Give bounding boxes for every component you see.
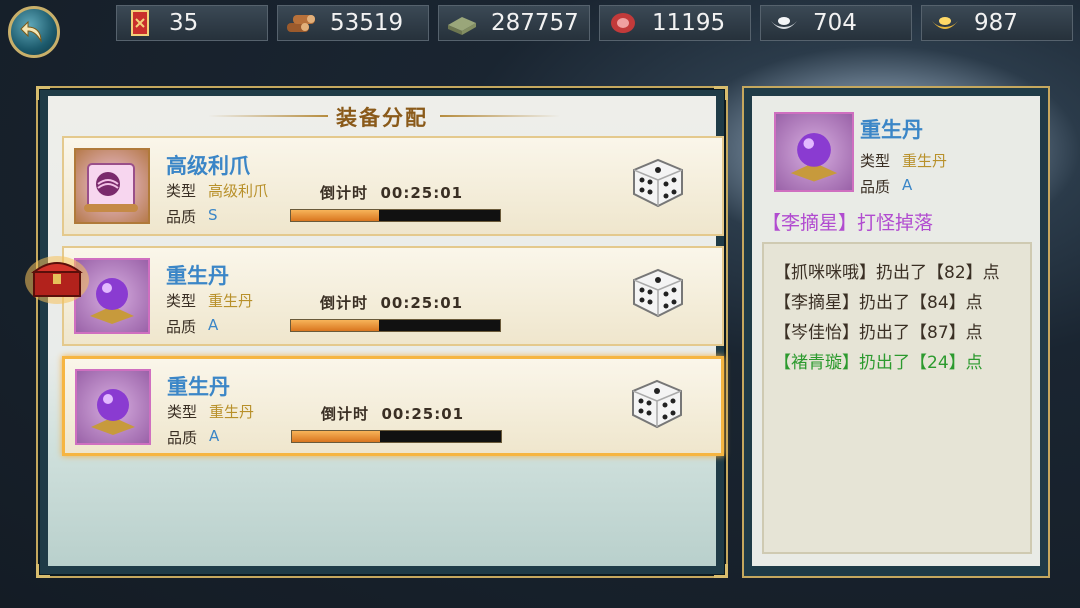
roll-log-line: 【岑佳怡】扔出了【87】点 (774, 323, 983, 343)
type-label: 类型 (166, 182, 197, 200)
back-button[interactable] (8, 6, 60, 58)
countdown-progress-bar (290, 319, 501, 332)
resource-value: 11195 (652, 10, 726, 36)
detail-quality-value: A (902, 176, 913, 194)
item-name: 高级利爪 (166, 154, 250, 178)
countdown-progress-bar (291, 430, 502, 443)
countdown-time: 00:25:01 (380, 294, 464, 312)
roll-log-line: 【抓咪咪哦】扔出了【82】点 (774, 263, 1000, 283)
detail-type-value: 重生丹 (902, 152, 948, 170)
drop-source: 【李摘星】打怪掉落 (762, 212, 934, 234)
countdown: 倒计时 00:25:01 (320, 292, 463, 313)
resource-value: 53519 (330, 10, 404, 36)
progress-fill (291, 320, 379, 331)
quality-value: A (208, 316, 219, 334)
quality-label: 品质 (167, 429, 198, 447)
purple-orb-icon (91, 389, 135, 435)
type-value: 重生丹 (208, 292, 254, 310)
detail-item-name: 重生丹 (860, 118, 923, 142)
panel-corner (36, 564, 50, 578)
type-value: 重生丹 (209, 403, 255, 421)
purple-orb-icon (790, 133, 838, 182)
resource-ticket: 35 (116, 5, 268, 41)
panel-title: 装备分配 (336, 106, 428, 130)
detail-thumbnail (774, 112, 854, 192)
roll-log-line: 【李摘星】扔出了【84】点 (774, 293, 983, 313)
back-arrow-icon (20, 20, 42, 43)
item-name: 重生丹 (166, 264, 229, 288)
resource-value: 287757 (491, 10, 579, 36)
panel-corner (714, 86, 728, 100)
quality-value: A (209, 427, 220, 445)
ticket-icon (123, 8, 157, 38)
meat-icon (606, 8, 640, 38)
resource-value: 987 (974, 10, 1018, 36)
quality-label: 品质 (166, 318, 197, 336)
quality-label: 品质 (166, 208, 197, 226)
dice-roll-button[interactable] (628, 152, 686, 210)
item-card[interactable]: 重生丹 类型 重生丹 品质 A 倒计时 00:25:01 (62, 246, 724, 346)
countdown-progress-bar (290, 209, 501, 222)
countdown-time: 00:25:01 (381, 405, 465, 423)
resource-silver: 704 (760, 5, 912, 41)
type-label: 类型 (166, 292, 197, 310)
roll-log: 【抓咪咪哦】扔出了【82】点 【李摘星】扔出了【84】点 【岑佳怡】扔出了【87… (762, 242, 1032, 554)
dice-roll-button[interactable] (628, 262, 686, 320)
panel-body: 装备分配 高级利爪 类型 高级利爪 品质 S 倒计时 00:25:01 重生丹 … (48, 96, 724, 566)
scroll-icon (84, 163, 138, 212)
item-card-selected[interactable]: 重生丹 类型 重生丹 品质 A 倒计时 00:25:01 (62, 356, 724, 456)
countdown-label: 倒计时 (320, 184, 369, 202)
resource-value: 35 (169, 10, 199, 36)
stone-icon (445, 8, 479, 38)
resource-stone: 287757 (438, 5, 590, 41)
resource-wood: 53519 (277, 5, 429, 41)
type-label: 类型 (167, 403, 198, 421)
distribution-panel: 装备分配 高级利爪 类型 高级利爪 品质 S 倒计时 00:25:01 重生丹 … (36, 86, 728, 578)
countdown-time: 00:25:01 (380, 184, 464, 202)
roll-log-line-winner: 【褚青璇】扔出了【24】点 (774, 353, 983, 373)
resource-gold: 987 (921, 5, 1073, 41)
item-thumbnail (74, 148, 150, 224)
item-card[interactable]: 高级利爪 类型 高级利爪 品质 S 倒计时 00:25:01 (62, 136, 724, 236)
quality-value: S (208, 206, 218, 224)
item-name: 重生丹 (167, 375, 230, 399)
item-thumbnail (75, 369, 151, 445)
panel-corner (714, 564, 728, 578)
progress-fill (292, 431, 380, 442)
detail-quality-label: 品质 (860, 178, 891, 196)
type-value: 高级利爪 (208, 182, 269, 200)
silver-icon (767, 8, 801, 38)
dice-roll-button[interactable] (627, 373, 685, 431)
resource-meat: 11195 (599, 5, 751, 41)
progress-fill (291, 210, 379, 221)
detail-type-label: 类型 (860, 152, 891, 170)
countdown: 倒计时 00:25:01 (321, 403, 464, 424)
countdown: 倒计时 00:25:01 (320, 182, 463, 203)
title-ornament-right (440, 115, 560, 117)
detail-body: 重生丹 类型 重生丹 品质 A 【李摘星】打怪掉落 【抓咪咪哦】扔出了【82】点… (752, 96, 1040, 566)
resource-value: 704 (813, 10, 857, 36)
gold-icon (928, 8, 962, 38)
treasure-chest-icon[interactable] (24, 250, 90, 304)
wood-icon (284, 8, 318, 38)
countdown-label: 倒计时 (320, 294, 369, 312)
countdown-label: 倒计时 (321, 405, 370, 423)
detail-panel: 重生丹 类型 重生丹 品质 A 【李摘星】打怪掉落 【抓咪咪哦】扔出了【82】点… (742, 86, 1050, 578)
